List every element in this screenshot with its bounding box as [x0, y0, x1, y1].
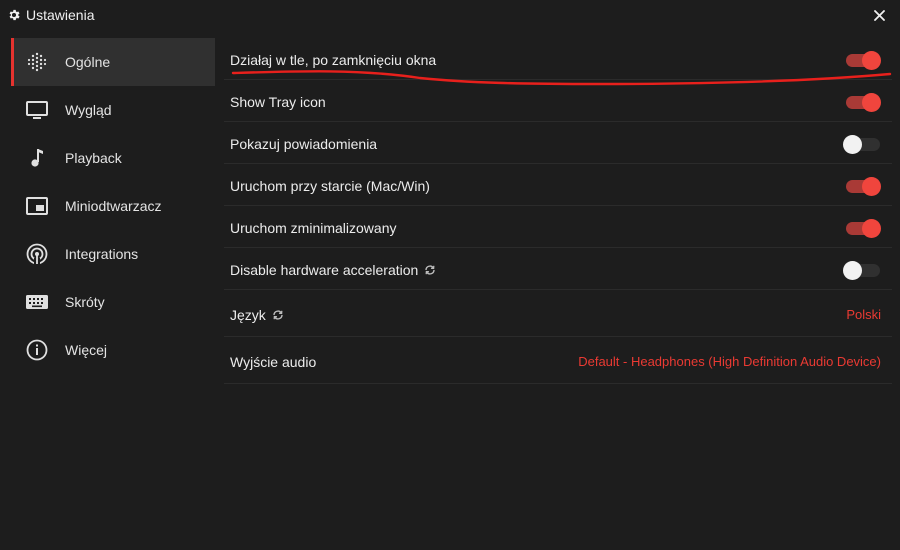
sidebar-item-integrations[interactable]: Integrations	[11, 230, 215, 278]
setting-label: Disable hardware acceleration	[230, 262, 436, 278]
sidebar-item-label: Integrations	[65, 246, 139, 262]
setting-row-language: Język Polski	[224, 290, 892, 337]
setting-row-notifications: Pokazuj powiadomienia	[224, 122, 892, 164]
settings-sidebar: Ogólne Wygląd Playback Miniodtwarzacz In…	[11, 38, 215, 374]
audio-output-select[interactable]: Default - Headphones (High Definition Au…	[578, 354, 881, 369]
launch-at-startup-toggle[interactable]	[843, 177, 881, 196]
sidebar-item-label: Miniodtwarzacz	[65, 198, 162, 214]
setting-label: Pokazuj powiadomienia	[230, 136, 378, 152]
sidebar-item-miniodtwarzacz[interactable]: Miniodtwarzacz	[11, 182, 215, 230]
setting-label: Uruchom zminimalizowany	[230, 220, 397, 236]
run-in-background-toggle[interactable]	[843, 51, 881, 70]
picture-in-picture-icon	[24, 194, 50, 218]
setting-label: Show Tray icon	[230, 94, 326, 110]
setting-label-text: Disable hardware acceleration	[230, 262, 419, 278]
language-select[interactable]: Polski	[846, 307, 881, 322]
setting-row-show-tray-icon: Show Tray icon	[224, 80, 892, 122]
show-tray-icon-toggle[interactable]	[843, 93, 881, 112]
setting-row-launch-at-startup: Uruchom przy starcie (Mac/Win)	[224, 164, 892, 206]
setting-label: Uruchom przy starcie (Mac/Win)	[230, 178, 430, 194]
sidebar-item-wiecej[interactable]: Więcej	[11, 326, 215, 374]
equalizer-dots-icon	[24, 50, 50, 74]
notifications-toggle[interactable]	[843, 135, 881, 154]
setting-label: Wyjście audio	[230, 354, 317, 370]
sidebar-item-label: Ogólne	[65, 54, 111, 70]
start-minimized-toggle[interactable]	[843, 219, 881, 238]
sidebar-item-wyglad[interactable]: Wygląd	[11, 86, 215, 134]
window-title: Ustawienia	[26, 7, 95, 23]
setting-row-run-in-background: Działaj w tle, po zamknięciu okna	[224, 38, 892, 80]
sidebar-item-label: Playback	[65, 150, 122, 166]
setting-row-start-minimized: Uruchom zminimalizowany	[224, 206, 892, 248]
refresh-icon	[273, 310, 283, 320]
setting-row-audio-output: Wyjście audio Default - Headphones (High…	[224, 337, 892, 384]
setting-label: Język	[230, 307, 284, 323]
sidebar-item-label: Więcej	[65, 342, 108, 358]
broadcast-icon	[24, 242, 50, 266]
settings-panel: Działaj w tle, po zamknięciu okna Show T…	[224, 38, 892, 384]
sidebar-item-label: Skróty	[65, 294, 105, 310]
keyboard-icon	[24, 290, 50, 314]
sidebar-item-label: Wygląd	[65, 102, 112, 118]
gear-icon	[9, 9, 20, 21]
sidebar-item-skroty[interactable]: Skróty	[11, 278, 215, 326]
title-bar: Ustawienia	[0, 0, 900, 30]
setting-row-hardware-acceleration: Disable hardware acceleration	[224, 248, 892, 290]
sidebar-item-playback[interactable]: Playback	[11, 134, 215, 182]
hardware-acceleration-toggle[interactable]	[843, 261, 881, 280]
setting-label-text: Język	[230, 307, 266, 323]
monitor-icon	[24, 98, 50, 122]
refresh-icon	[425, 265, 436, 275]
setting-label: Działaj w tle, po zamknięciu okna	[230, 52, 437, 68]
close-button[interactable]	[868, 4, 890, 26]
sidebar-item-ogolne[interactable]: Ogólne	[11, 38, 215, 86]
close-icon	[873, 9, 885, 21]
music-note-icon	[24, 146, 50, 170]
info-icon	[24, 338, 50, 362]
